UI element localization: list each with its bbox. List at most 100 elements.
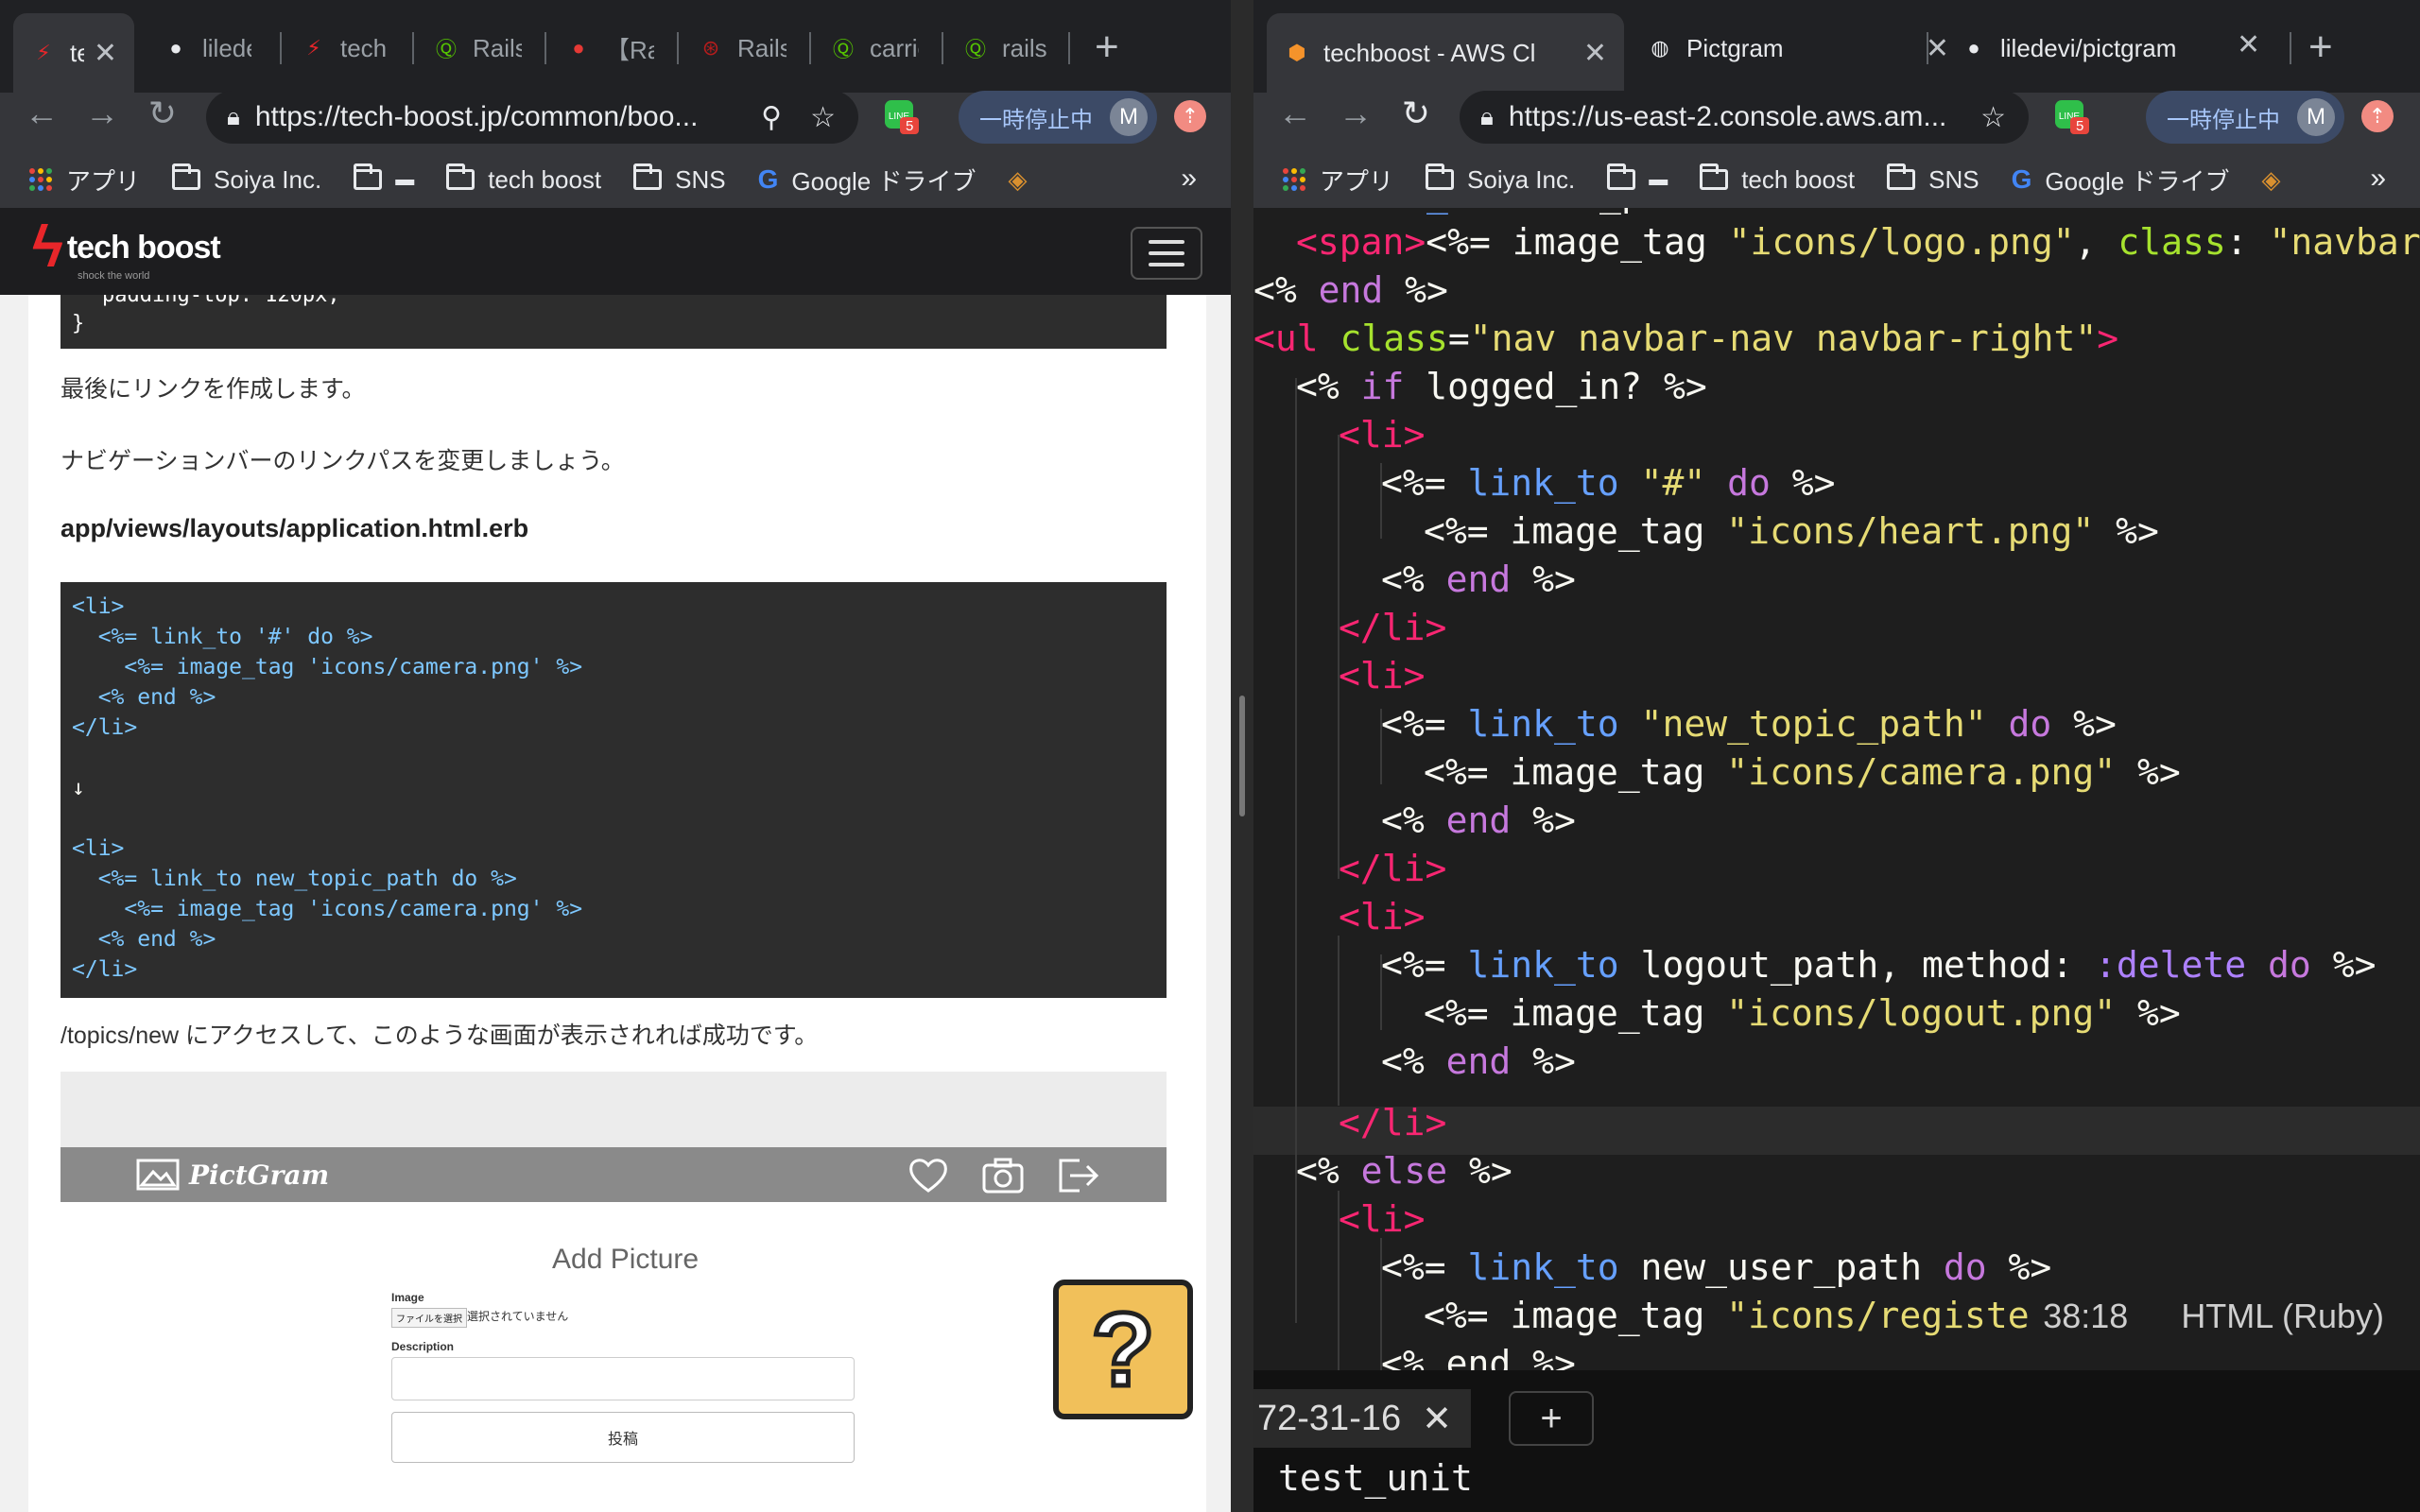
new-terminal-button[interactable]: + [1509, 1391, 1594, 1446]
tab-label: 【Rai [605, 35, 654, 64]
camera-icon [982, 1158, 1024, 1194]
terminal-tab[interactable]: 72-31-16 ✕ [1253, 1389, 1471, 1448]
bookmark-apps[interactable]: アプリ [28, 163, 140, 198]
qiita-icon: Ⓠ [964, 38, 986, 61]
hamburger-menu-button[interactable] [1131, 227, 1202, 280]
github-icon: ● [169, 36, 182, 60]
pause-label: 一時停止中 [979, 107, 1093, 133]
bookmark-google-drive[interactable]: G Google ドライブ [758, 163, 977, 198]
code-editor[interactable]: <%= link_to root_path do %> <span><%= ima… [1253, 208, 2420, 1370]
bookmark-star-icon[interactable]: ☆ [810, 101, 836, 134]
folder-icon [172, 163, 201, 190]
tab-rails-guide[interactable]: ⊛ Rails [681, 17, 804, 79]
window-divider[interactable] [1231, 0, 1253, 1512]
paragraph: /topics/new にアクセスして、このような画面が表示されれば成功です。 [60, 1022, 819, 1049]
bookmark-sns[interactable]: SNS [633, 163, 726, 195]
close-icon[interactable]: ✕ [1422, 1398, 1452, 1440]
profile-pause-button[interactable]: 一時停止中 M [959, 91, 1157, 144]
editor-code-line: </li> [1339, 1102, 1447, 1143]
bookmark-folder-blank[interactable]: ▬ [354, 163, 415, 191]
update-icon[interactable]: ⇡ [1174, 100, 1206, 132]
bookmark-label: アプリ [1320, 166, 1394, 196]
tab-techboost-active[interactable]: ⚡ te ✕ [13, 13, 134, 93]
rails-icon: ⊛ [701, 36, 720, 60]
profile-pause-button[interactable]: 一時停止中 M [2146, 91, 2344, 144]
article-body: padding-top: 120px; } 最後にリンクを作成します。 ナビゲー… [28, 295, 1206, 1512]
forward-button[interactable]: → [1333, 91, 1378, 136]
tab-qiita-carrierwave[interactable]: Ⓠ carrie [813, 17, 936, 79]
desktop: ⚡ te ✕ ● lilede ⚡ tech Ⓠ Rails ● 【Rai [0, 0, 2420, 1512]
left-bookmarks-bar: アプリ Soiya Inc. ▬ tech boost SNS G Google … [0, 151, 1231, 208]
language-mode[interactable]: HTML (Ruby) [2181, 1297, 2384, 1336]
techboost-page: ϟ tech boost shock the world padding-top… [0, 208, 1231, 1512]
lightning-bolt-icon: ϟ [32, 215, 63, 280]
new-tab-button[interactable]: + [2308, 25, 2333, 70]
bookmark-owl[interactable]: ◈ [2262, 165, 2294, 195]
code-line: <li> [72, 594, 125, 619]
editor-status: 38:18 HTML (Ruby) [2043, 1297, 2384, 1336]
tab-techboost[interactable]: ⚡ tech [284, 17, 406, 79]
bookmark-techboost[interactable]: tech boost [1700, 163, 1855, 195]
bookmarks-overflow-icon[interactable]: » [1181, 163, 1197, 195]
bookmark-sns[interactable]: SNS [1887, 163, 1979, 195]
line-extension-icon[interactable]: LINE 5 [2053, 98, 2091, 136]
extension-badge: 5 [906, 118, 914, 134]
bookmark-label: Google ドライブ [791, 166, 977, 196]
bookmark-owl[interactable]: ◈ [1009, 165, 1041, 195]
editor-code-line: <% end %> [1253, 269, 1448, 311]
bookmark-label: tech boost [488, 164, 602, 194]
code-line: padding-top: 120px; [102, 295, 340, 307]
post-button: 投稿 [391, 1412, 855, 1463]
owl-icon: ◈ [2261, 164, 2281, 194]
editor-code-line: <%= link_to new_user_path do %> [1381, 1246, 2052, 1288]
zoom-icon[interactable]: ⚲ [761, 101, 782, 134]
update-icon[interactable]: ⇡ [2361, 100, 2394, 132]
screenshot-top-band [60, 1072, 1167, 1147]
address-bar[interactable]: 🔒︎ https://tech-boost.jp/common/boo... ⚲… [206, 91, 858, 144]
url-text: https://tech-boost.jp/common/boo... [254, 101, 699, 132]
bookmark-soiya[interactable]: Soiya Inc. [1426, 163, 1575, 195]
bookmark-google-drive[interactable]: G Google ドライブ [2012, 163, 2230, 198]
editor-code-line: <%= link_to "new_topic_path" do %> [1381, 703, 2117, 745]
tab-github-pictgram[interactable]: ● liledevi/pictgram [1944, 17, 2420, 79]
close-tab-icon[interactable]: ✕ [2237, 28, 2260, 61]
tab-github[interactable]: ● lilede [146, 17, 268, 79]
bookmark-star-icon[interactable]: ☆ [1980, 101, 2006, 134]
tab-qiita-rails2[interactable]: Ⓠ rails [945, 17, 1068, 79]
code-line: <%= link_to new_topic_path do %> [72, 867, 517, 891]
qiita-icon: Ⓠ [435, 38, 457, 61]
address-bar[interactable]: 🔒︎ https://us-east-2.console.aws.am... ☆ [1460, 91, 2029, 144]
pictgram-logo: PictGram [136, 1159, 329, 1191]
bookmark-apps[interactable]: アプリ [1282, 163, 1393, 198]
monitor-icon: ▬ [395, 168, 415, 190]
reload-button[interactable]: ↻ [1393, 91, 1439, 136]
techboost-logo[interactable]: ϟ tech boost shock the world [32, 215, 221, 283]
tab-pictgram[interactable]: ◍ Pictgram ✕ [1630, 17, 1966, 79]
tab-label: te [70, 38, 84, 67]
back-button[interactable]: ← [19, 91, 64, 136]
code-line: ↓ [72, 776, 85, 800]
line-extension-icon[interactable]: LINE 5 [883, 98, 921, 136]
editor-code-line: <li> [1339, 896, 1426, 937]
forward-button[interactable]: → [79, 91, 125, 136]
tab-rails-article[interactable]: ● 【Rai [548, 17, 671, 79]
editor-code-line: <li> [1339, 414, 1426, 455]
pictgram-brand: PictGram [189, 1159, 330, 1191]
bookmark-folder-blank[interactable]: ▬ [1607, 163, 1668, 191]
editor-code-line: <li> [1339, 1198, 1426, 1240]
scrollbar-thumb[interactable] [1239, 696, 1245, 816]
tab-aws-console[interactable]: ⬢ techboost - AWS Cl ✕ [1267, 13, 1624, 93]
bookmark-techboost[interactable]: tech boost [446, 163, 602, 195]
close-tab-icon[interactable]: ✕ [1583, 37, 1607, 70]
reload-button[interactable]: ↻ [140, 91, 185, 136]
close-tab-icon[interactable]: ✕ [94, 37, 117, 70]
tab-qiita-rails[interactable]: Ⓠ Rails [416, 17, 539, 79]
lock-icon: 🔒︎ [1480, 102, 1494, 130]
new-tab-button[interactable]: + [1095, 25, 1119, 70]
bookmark-soiya[interactable]: Soiya Inc. [172, 163, 321, 195]
pause-label: 一時停止中 [2167, 107, 2280, 133]
logout-icon [1059, 1159, 1099, 1193]
back-button[interactable]: ← [1272, 91, 1318, 136]
bookmarks-overflow-icon[interactable]: » [2370, 163, 2386, 195]
tab-label: Pictgram [1686, 33, 1784, 62]
